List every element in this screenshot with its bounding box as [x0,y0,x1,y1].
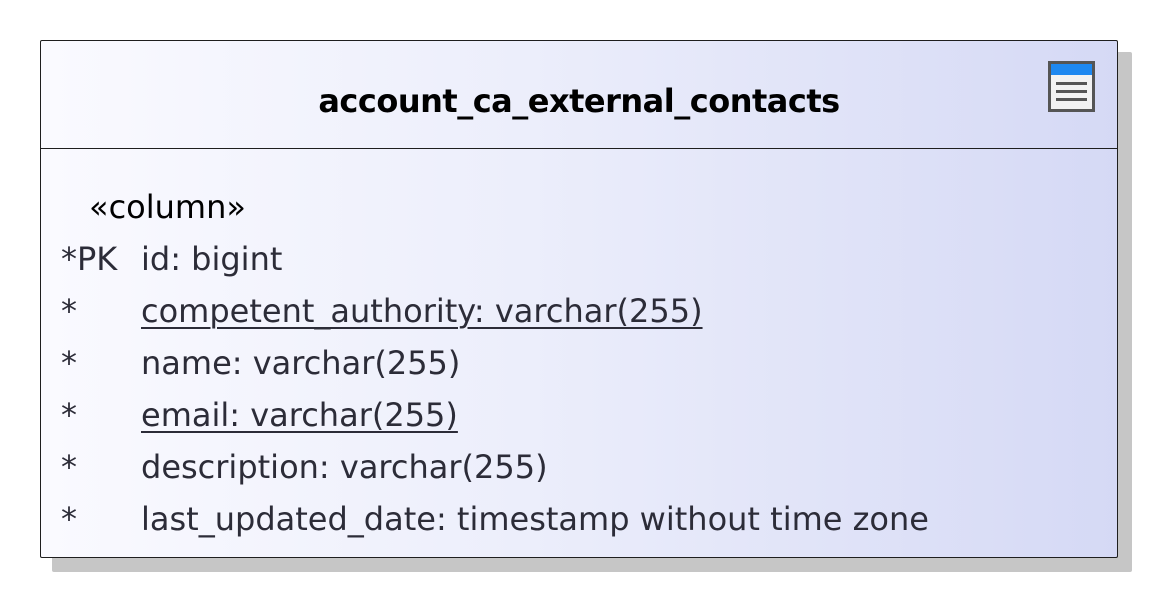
diagram-canvas: account_ca_external_contacts «column» *P… [0,0,1160,600]
column-field: email: varchar(255) [141,396,458,434]
column-marker: *PK [61,240,118,278]
column-marker: * [61,396,77,434]
table-icon-line [1056,98,1087,101]
table-icon-line [1056,90,1087,93]
entity-header: account_ca_external_contacts [41,41,1117,149]
entity-box[interactable]: account_ca_external_contacts «column» *P… [40,40,1118,558]
column-marker: * [61,344,77,382]
table-icon-header-bar [1051,64,1092,75]
column-field: description: varchar(255) [141,448,548,486]
table-icon [1048,61,1095,112]
column-field: name: varchar(255) [141,344,461,382]
column-marker: * [61,448,77,486]
column-marker: * [61,292,77,330]
table-icon-line [1056,82,1087,85]
column-marker: * [61,500,77,538]
column-field: last_updated_date: timestamp without tim… [141,500,929,538]
column-field: competent_authority: varchar(255) [141,292,703,330]
column-field: id: bigint [141,240,283,278]
stereotype-label: «column» [89,188,246,226]
entity-title: account_ca_external_contacts [318,82,840,120]
